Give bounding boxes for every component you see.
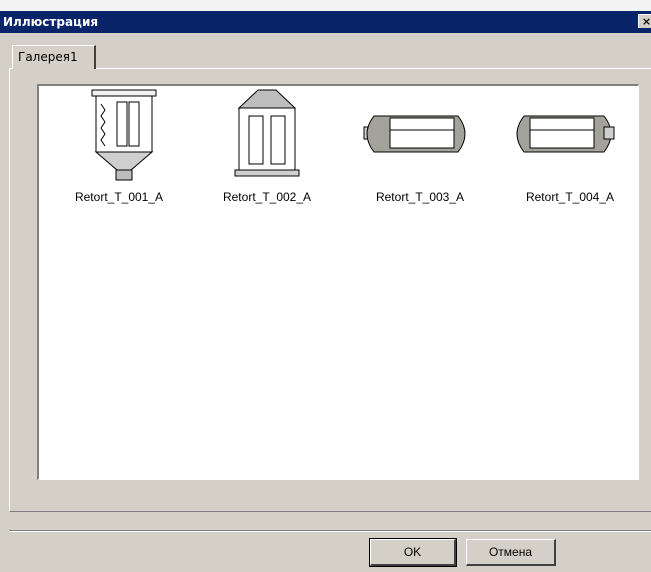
gallery-item[interactable]: Retort_T_001_A [49,86,189,206]
gallery-item[interactable]: Retort_T_002_A [197,86,337,206]
close-icon: × [641,15,651,28]
tab-label: Галерея1 [18,50,78,64]
item-label: Retort_T_003_A [375,190,465,204]
cancel-button[interactable]: Отмена [466,539,556,566]
retort-dome-icon [234,89,300,177]
gallery-view[interactable]: Retort_T_001_A Retort_T_002_A Retort_T_0… [37,84,639,480]
item-label: Retort_T_001_A [74,190,164,204]
ok-button[interactable]: OK [369,538,457,567]
retort-hopper-icon [91,89,157,181]
gallery-item[interactable]: Retort_T_004_A [500,86,640,206]
item-label: Retort_T_004_A [525,190,615,204]
close-button[interactable]: × [638,14,651,28]
ok-label: OK [403,545,422,559]
gallery-item[interactable]: Retort_T_003_A [350,86,490,206]
cancel-label: Отмена [488,545,533,559]
top-strip [0,0,651,11]
title-bar: Иллюстрация × [0,11,651,33]
item-label: Retort_T_002_A [222,190,312,204]
bottom-separator [9,530,651,532]
tab-gallery1[interactable]: Галерея1 [12,45,96,69]
retort-horizontal-icon [516,115,615,153]
window-title: Иллюстрация [3,15,99,29]
retort-horizontal-icon [363,115,466,153]
